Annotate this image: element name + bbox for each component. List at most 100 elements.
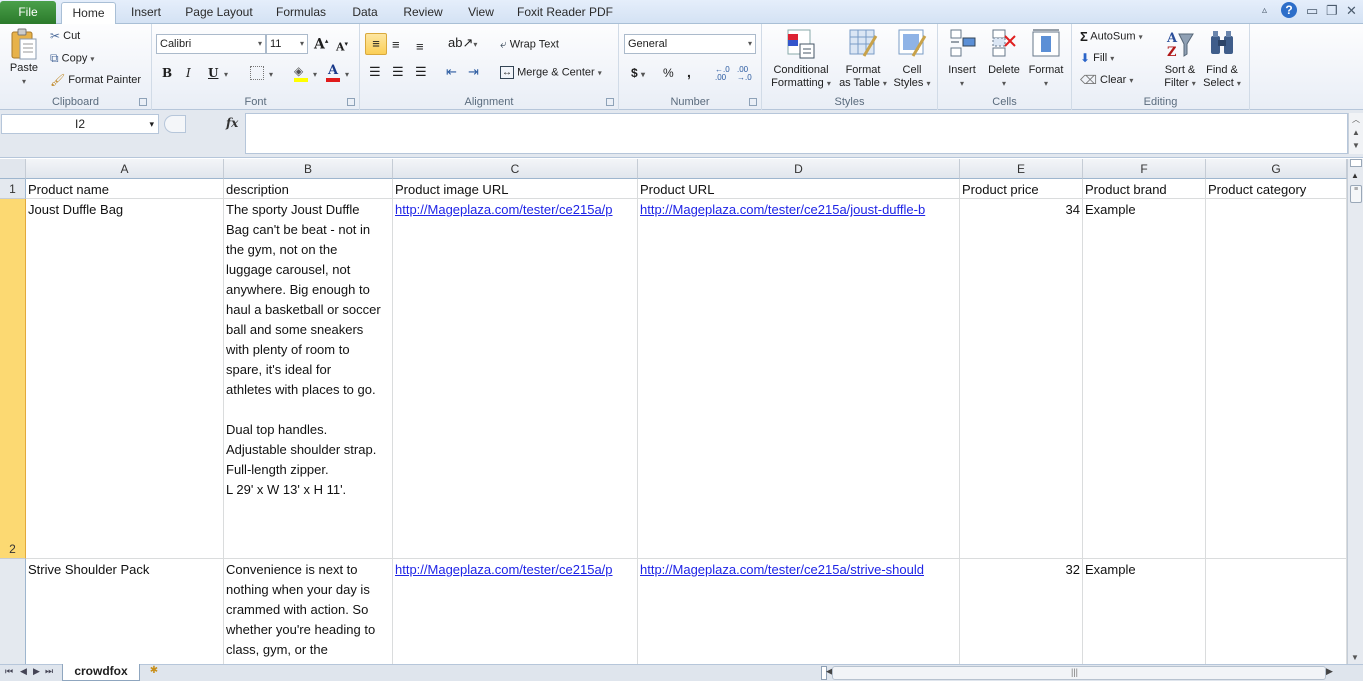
fill-dropdown-icon[interactable]: ▾ — [1110, 54, 1114, 63]
cell-b3[interactable]: Convenience is next to nothing when your… — [224, 559, 393, 664]
cell-g3[interactable] — [1206, 559, 1347, 664]
cell-f2[interactable]: Example — [1083, 199, 1206, 559]
cell-e2[interactable]: 34 — [960, 199, 1083, 559]
row-header-1[interactable]: 1 — [0, 179, 26, 199]
cell-c3[interactable]: http://Mageplaza.com/tester/ce215a/p — [393, 559, 638, 664]
conditional-formatting-button[interactable]: Conditional Formatting ▾ — [768, 28, 834, 90]
tab-view[interactable]: View — [458, 2, 504, 24]
cell-c2[interactable]: http://Mageplaza.com/tester/ce215a/p — [393, 199, 638, 559]
scroll-up-icon[interactable]: ▲ — [1349, 126, 1363, 139]
copy-dropdown-icon[interactable]: ▾ — [90, 54, 94, 63]
cell-a3[interactable]: Strive Shoulder Pack — [26, 559, 224, 664]
chevron-down-icon[interactable]: ▾ — [258, 35, 262, 53]
autosum-button[interactable]: Σ AutoSum ▾ — [1080, 29, 1143, 44]
paste-button[interactable]: Paste ▾ — [6, 28, 42, 88]
horizontal-scroll-thumb[interactable]: ||| — [832, 666, 1326, 680]
percent-button[interactable]: % — [663, 66, 674, 80]
number-dialog-launcher[interactable] — [749, 98, 757, 106]
insert-cells-button[interactable]: Insert ▾ — [944, 28, 980, 90]
help-icon[interactable]: ? — [1281, 2, 1297, 18]
fill-color-button[interactable]: ◈ — [294, 64, 308, 82]
copy-button[interactable]: ⧉ Copy ▾ — [50, 51, 94, 66]
tab-foxit-reader-pdf[interactable]: Foxit Reader PDF — [512, 2, 618, 24]
decrease-indent-button[interactable]: ⇤ — [446, 64, 457, 80]
column-header-g[interactable]: G — [1206, 159, 1347, 179]
bold-button[interactable]: B — [162, 66, 172, 80]
formula-bar-scroll[interactable]: ︿ ▲ ▼ — [1348, 113, 1363, 154]
chevron-down-icon[interactable]: ▾ — [748, 35, 752, 53]
column-header-d[interactable]: D — [638, 159, 960, 179]
close-window-icon[interactable]: ✕ — [1346, 3, 1357, 19]
alignment-dialog-launcher[interactable] — [606, 98, 614, 106]
tab-home[interactable]: Home — [61, 2, 116, 25]
product-url-link[interactable]: http://Mageplaza.com/tester/ce215a/joust… — [640, 202, 925, 217]
column-header-e[interactable]: E — [960, 159, 1083, 179]
orientation-button[interactable]: ab↗▾ — [448, 35, 477, 51]
cell-d1[interactable]: Product URL — [638, 179, 960, 199]
formula-input[interactable] — [245, 113, 1348, 154]
formula-bar-resize-handle[interactable] — [164, 115, 186, 133]
font-dialog-launcher[interactable] — [347, 98, 355, 106]
cell-g1[interactable]: Product category — [1206, 179, 1347, 199]
row-header-2[interactable]: 2 — [0, 199, 26, 559]
underline-dropdown-icon[interactable]: ▾ — [224, 70, 228, 79]
tab-page-layout[interactable]: Page Layout — [178, 2, 260, 24]
split-box-handle[interactable] — [1350, 159, 1362, 167]
scroll-right-icon[interactable]: ▶ — [1326, 666, 1333, 677]
cell-b1[interactable]: description — [224, 179, 393, 199]
comma-button[interactable]: , — [687, 64, 691, 80]
scroll-up-icon[interactable]: ▲ — [1351, 171, 1359, 180]
sort-filter-button[interactable]: AZ Sort & Filter ▾ — [1160, 28, 1200, 90]
chevron-down-icon[interactable]: ▾ — [300, 35, 304, 53]
font-color-button[interactable]: A — [326, 63, 340, 82]
select-all-corner[interactable] — [0, 159, 26, 179]
currency-button[interactable]: $ ▾ — [631, 66, 645, 80]
chevron-down-icon[interactable]: ▾ — [149, 115, 154, 133]
cell-a1[interactable]: Product name — [26, 179, 224, 199]
align-center-button[interactable]: ☰ — [392, 64, 404, 80]
borders-button[interactable] — [250, 66, 264, 80]
cell-b2[interactable]: The sporty Joust Duffle Bag can't be bea… — [224, 199, 393, 559]
cell-c1[interactable]: Product image URL — [393, 179, 638, 199]
clear-button[interactable]: ⌫ Clear ▾ — [1080, 73, 1133, 87]
tab-review[interactable]: Review — [396, 2, 450, 24]
find-select-button[interactable]: Find & Select ▾ — [1200, 28, 1244, 90]
grow-font-button[interactable]: A▴ — [314, 36, 328, 53]
vertical-scrollbar[interactable]: ▲ ≡ ▼ — [1347, 159, 1363, 664]
product-url-link[interactable]: http://Mageplaza.com/tester/ce215a/striv… — [640, 562, 924, 577]
align-top-button[interactable]: ≡ — [365, 33, 387, 55]
vertical-scroll-thumb[interactable]: ≡ — [1350, 185, 1362, 203]
cell-g2[interactable] — [1206, 199, 1347, 559]
merge-dropdown-icon[interactable]: ▾ — [598, 68, 602, 77]
fill-color-dropdown-icon[interactable]: ▾ — [313, 70, 317, 79]
cell-a2[interactable]: Joust Duffle Bag — [26, 199, 224, 559]
delete-cells-button[interactable]: Delete ▾ — [984, 28, 1024, 90]
product-image-link[interactable]: http://Mageplaza.com/tester/ce215a/p — [395, 562, 613, 577]
tab-insert[interactable]: Insert — [122, 2, 170, 24]
align-left-button[interactable]: ☰ — [369, 64, 381, 80]
cell-d3[interactable]: http://Mageplaza.com/tester/ce215a/striv… — [638, 559, 960, 664]
last-sheet-icon[interactable]: ⏭ — [45, 666, 53, 677]
align-middle-button[interactable]: ≡ — [392, 37, 400, 52]
tab-data[interactable]: Data — [342, 2, 388, 24]
cell-e3[interactable]: 32 — [960, 559, 1083, 664]
merge-center-button[interactable]: ↔ Merge & Center ▾ — [500, 66, 602, 79]
insert-function-button[interactable]: fx — [226, 116, 238, 130]
minimize-ribbon-icon[interactable]: ▵ — [1262, 5, 1267, 16]
clear-dropdown-icon[interactable]: ▾ — [1129, 76, 1133, 85]
scroll-down-icon[interactable]: ▼ — [1351, 653, 1359, 662]
restore-window-icon[interactable]: ❐ — [1326, 3, 1338, 19]
column-header-b[interactable]: B — [224, 159, 393, 179]
paste-dropdown-icon[interactable]: ▾ — [6, 75, 42, 88]
italic-button[interactable]: I — [186, 66, 191, 80]
column-header-c[interactable]: C — [393, 159, 638, 179]
cell-f1[interactable]: Product brand — [1083, 179, 1206, 199]
font-size-combo[interactable]: 11 ▾ — [266, 34, 308, 54]
next-sheet-icon[interactable]: ▶ — [33, 666, 40, 677]
decrease-decimal-button[interactable]: .00 →.0 — [737, 66, 753, 82]
format-cells-button[interactable]: Format ▾ — [1026, 28, 1066, 90]
tab-file[interactable]: File — [0, 1, 56, 24]
cut-button[interactable]: ✂ Cut — [50, 29, 80, 43]
insert-worksheet-icon[interactable]: ✱ — [142, 665, 166, 680]
align-right-button[interactable]: ☰ — [415, 64, 427, 80]
